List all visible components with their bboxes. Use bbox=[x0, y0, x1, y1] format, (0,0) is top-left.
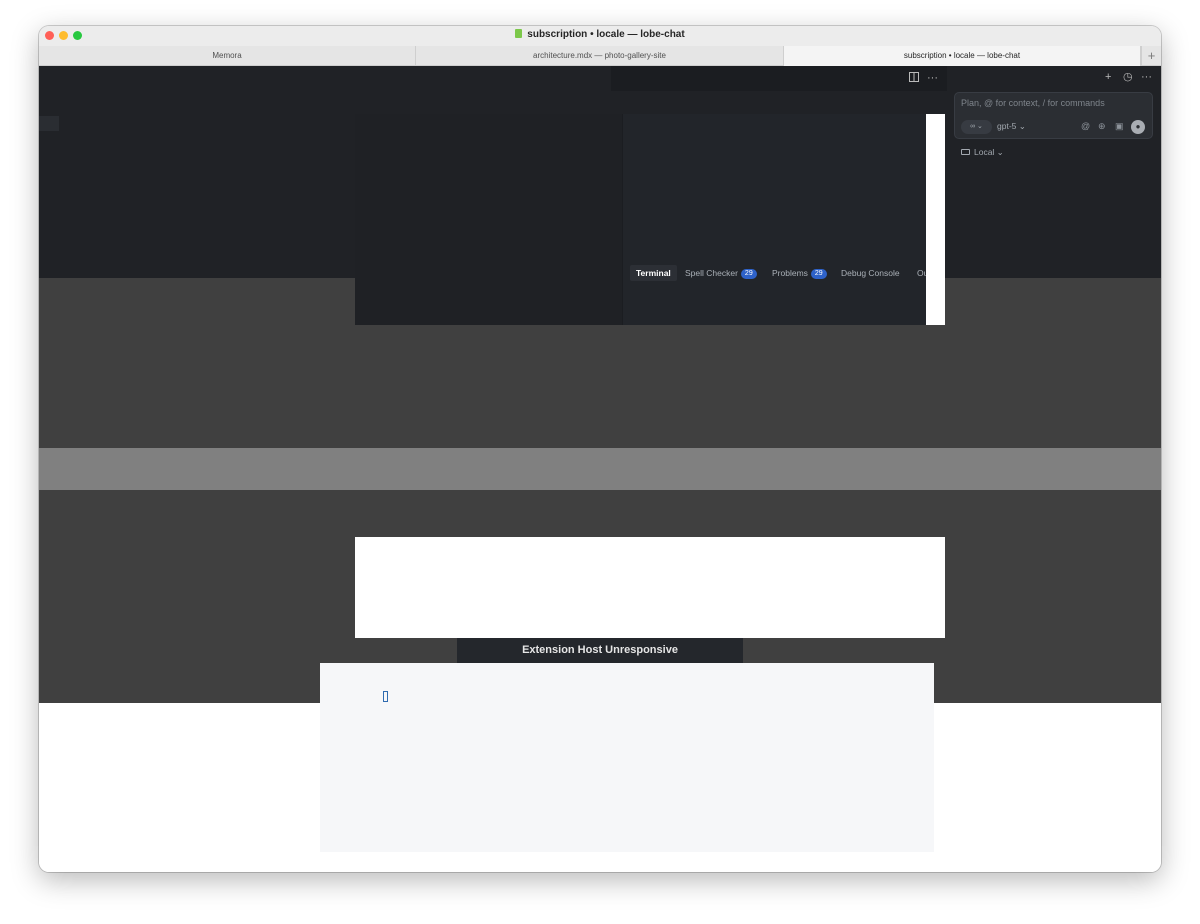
agent-mode-selector[interactable]: ∞ ⌄ bbox=[961, 120, 992, 134]
chat-input-box[interactable]: Plan, @ for context, / for commands ∞ ⌄ … bbox=[954, 92, 1153, 139]
tab-output[interactable]: Ou bbox=[917, 265, 926, 281]
environment-label: Local ⌄ bbox=[974, 147, 1004, 157]
problems-count-badge: 29 bbox=[810, 269, 827, 279]
at-mention-icon[interactable]: @ bbox=[1081, 121, 1090, 132]
tab-problems[interactable]: Problems 29 bbox=[772, 265, 827, 281]
new-tab-button[interactable]: + bbox=[1141, 46, 1161, 66]
split-editor-icon[interactable] bbox=[909, 72, 919, 86]
microphone-icon[interactable]: ● bbox=[1131, 120, 1145, 134]
tab-terminal[interactable]: Terminal bbox=[630, 265, 677, 281]
environment-selector[interactable]: Local ⌄ bbox=[961, 147, 1004, 158]
more-actions-icon[interactable]: ··· bbox=[927, 72, 938, 85]
laptop-icon bbox=[961, 149, 970, 155]
window-tab-lobe-chat[interactable]: subscription • locale — lobe-chat bbox=[784, 46, 1141, 66]
app-window: subscription • locale — lobe-chat Memora… bbox=[39, 26, 1161, 872]
model-selector[interactable]: gpt-5 ⌄ bbox=[997, 121, 1026, 132]
panel-left-pane bbox=[355, 114, 622, 325]
history-icon[interactable]: ◷ bbox=[1123, 71, 1133, 84]
tab-problems-label: Problems bbox=[772, 268, 808, 278]
image-attach-icon[interactable]: ▣ bbox=[1115, 121, 1124, 132]
sidebar-fragment bbox=[39, 116, 59, 131]
tab-spell-checker-label: Spell Checker bbox=[685, 268, 738, 278]
bottom-panel: Terminal Spell Checker 29 Problems 29 Debu… bbox=[622, 114, 926, 325]
chat-more-icon[interactable]: ··· bbox=[1141, 71, 1152, 84]
placeholder-glyph-icon bbox=[383, 691, 388, 702]
panel-edge-strip bbox=[926, 114, 945, 325]
dialog-title: Extension Host Unresponsive bbox=[457, 638, 743, 663]
dialog-blank-area bbox=[355, 537, 945, 638]
window-title: subscription • locale — lobe-chat bbox=[39, 29, 1161, 40]
window-tab-memora[interactable]: Memora bbox=[39, 46, 416, 66]
tab-spell-checker[interactable]: Spell Checker 29 bbox=[685, 265, 757, 281]
workbench: ··· + ◷ ··· Plan, @ for context, / for c… bbox=[39, 66, 1161, 872]
spell-checker-count-badge: 29 bbox=[740, 269, 757, 279]
window-tab-photo-gallery-site[interactable]: architecture.mdx — photo-gallery-site bbox=[416, 46, 784, 66]
editor-toolbar: ··· bbox=[611, 66, 947, 91]
web-search-icon[interactable]: ⊕ bbox=[1098, 121, 1106, 132]
chat-input-placeholder[interactable]: Plan, @ for context, / for commands bbox=[961, 98, 1105, 108]
title-bar: subscription • locale — lobe-chat bbox=[39, 26, 1161, 46]
new-chat-icon[interactable]: + bbox=[1105, 71, 1111, 84]
window-title-text: subscription • locale — lobe-chat bbox=[527, 29, 685, 40]
dialog-body bbox=[320, 663, 934, 852]
chat-header-actions: + ◷ ··· bbox=[1099, 71, 1159, 85]
file-icon bbox=[515, 29, 523, 38]
tab-debug-console[interactable]: Debug Console bbox=[841, 265, 900, 281]
window-tab-bar: Memora architecture.mdx — photo-gallery-… bbox=[39, 46, 1161, 66]
modal-overlay-band bbox=[39, 448, 1161, 490]
